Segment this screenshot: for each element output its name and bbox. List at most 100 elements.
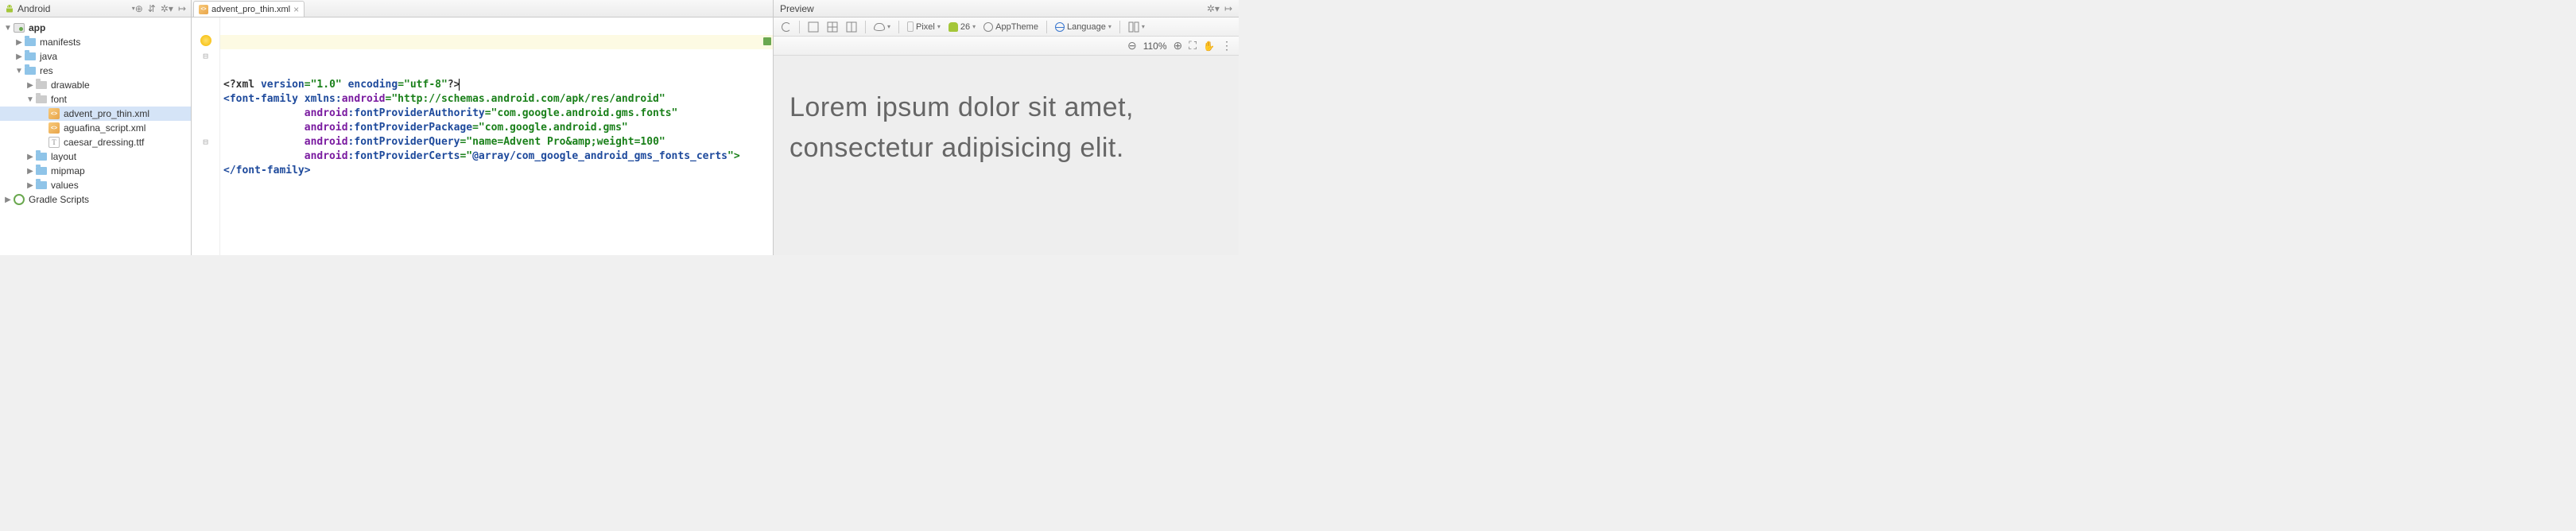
api-selector[interactable]: 26▾ [945,20,979,34]
collapse-icon[interactable]: ⇵ [148,3,156,14]
code-text: <?xml version="1.0" encoding="utf-8"?> <… [223,78,766,178]
project-header: Android ▾ ⊕ ⇵ ✲▾ ↦ [0,0,191,17]
hide-icon[interactable]: ↦ [178,3,186,14]
expander-icon[interactable]: ▼ [25,95,35,104]
tree-label: aguafina_script.xml [64,122,145,134]
project-tree: ▼ app ▶ manifests ▶ java ▼ res [0,17,191,210]
tree-label: drawable [51,79,90,91]
tree-label: res [40,65,53,76]
expander-icon[interactable]: ▼ [14,67,24,76]
fold-icon[interactable]: ⊟ [192,135,219,149]
editor-tab-advent[interactable]: <> advent_pro_thin.xml × [193,1,305,17]
zoom-fit-button[interactable]: ⛶ [1189,39,1197,52]
tree-item-aguafina-xml[interactable]: <> aguafina_script.xml [0,121,191,135]
expander-icon[interactable]: ▶ [14,52,24,61]
settings-icon[interactable]: ✲▾ [161,3,173,14]
expander-icon[interactable]: ▶ [25,181,35,190]
android-icon [949,22,958,32]
language-selector[interactable]: Language▾ [1052,20,1115,34]
close-icon[interactable]: × [293,4,299,15]
target-icon[interactable]: ⊕ [135,3,143,14]
preview-text-line: Lorem ipsum dolor sit amet, [789,87,1134,128]
preview-header: Preview ✲▾ ↦ [774,0,1239,17]
folder-icon [25,52,36,60]
hide-icon[interactable]: ↦ [1224,3,1232,14]
android-icon [5,4,14,14]
font-preview-canvas[interactable]: Lorem ipsum dolor sit amet, consectetur … [774,56,1239,255]
folder-icon [36,95,47,103]
status-marker [763,37,771,45]
tree-label: caesar_dressing.ttf [64,137,144,148]
tree-label: layout [51,151,76,162]
separator [865,21,866,33]
refresh-icon [782,22,791,32]
gear-icon[interactable]: ✲▾ [1207,3,1220,14]
zoom-out-button[interactable]: ⊖ [1127,39,1137,52]
tree-item-manifests[interactable]: ▶ manifests [0,35,191,49]
expander-icon[interactable]: ▶ [25,81,35,90]
ttf-file-icon: T [48,137,60,148]
xml-file-icon: <> [48,108,60,119]
text-cursor [459,79,460,91]
tree-item-app[interactable]: ▼ app [0,21,191,35]
module-icon [14,23,25,33]
expander-icon[interactable]: ▼ [3,24,13,33]
tree-item-advent-xml[interactable]: <> advent_pro_thin.xml [0,107,191,121]
bulb-icon[interactable] [200,35,211,46]
phone-icon [907,21,914,32]
tree-label: mipmap [51,165,85,176]
separator [799,21,800,33]
expander-icon[interactable]: ▶ [25,153,35,161]
tree-label: font [51,94,67,105]
code-editor[interactable]: ⊟ ⊟ <?xml version="1.0" encoding="utf-8"… [192,17,773,255]
theme-icon [983,22,993,32]
editor-gutter: ⊟ ⊟ [192,17,220,255]
preview-toolbar: ▾ Pixel▾ 26▾ AppTheme Language▾ ▾ [774,17,1239,37]
layout-mode-3[interactable] [843,20,860,34]
project-panel: Android ▾ ⊕ ⇵ ✲▾ ↦ ▼ app ▶ manifests [0,0,192,255]
expander-icon[interactable]: ▶ [25,167,35,176]
language-label: Language [1067,22,1106,32]
view-options[interactable]: ▾ [871,20,894,34]
tree-item-font[interactable]: ▼ font [0,92,191,107]
split-mode[interactable]: ▾ [1125,20,1148,34]
tree-item-java[interactable]: ▶ java [0,49,191,64]
preview-text-line: consectetur adipisicing elit. [789,128,1134,169]
tree-item-caesar-ttf[interactable]: T caesar_dressing.ttf [0,135,191,149]
xml-file-icon: <> [48,122,60,134]
fold-icon[interactable]: ⊟ [192,49,219,64]
preview-text: Lorem ipsum dolor sit amet, consectetur … [789,87,1134,169]
zoom-in-button[interactable]: ⊕ [1174,39,1183,52]
expander-icon[interactable]: ▶ [3,196,13,204]
tree-item-values[interactable]: ▶ values [0,178,191,192]
preview-panel: Preview ✲▾ ↦ ▾ Pixel▾ 26▾ AppTheme Langu… [774,0,1239,255]
folder-icon [36,81,47,89]
tree-item-gradle[interactable]: ▶ Gradle Scripts [0,192,191,207]
zoom-level: 110% [1143,41,1167,52]
theme-selector[interactable]: AppTheme [980,20,1042,34]
layout-mode-1[interactable] [805,20,822,34]
device-selector[interactable]: Pixel▾ [904,20,944,34]
tree-item-res[interactable]: ▼ res [0,64,191,78]
layout-mode-2[interactable] [824,20,841,34]
folder-icon [25,38,36,46]
refresh-button[interactable] [778,20,794,34]
tree-label: Gradle Scripts [29,194,89,205]
gradle-icon [14,194,25,205]
expander-icon[interactable]: ▶ [14,38,24,47]
tab-label: advent_pro_thin.xml [211,5,290,14]
tree-item-layout[interactable]: ▶ layout [0,149,191,164]
tree-label: manifests [40,37,80,48]
folder-icon [36,167,47,175]
current-line-highlight [220,35,773,49]
project-view-name[interactable]: Android [17,3,132,14]
pan-button[interactable]: ✋ [1203,41,1215,52]
tree-item-drawable[interactable]: ▶ drawable [0,78,191,92]
tree-item-mipmap[interactable]: ▶ mipmap [0,164,191,178]
folder-icon [36,153,47,161]
separator [1046,21,1047,33]
more-options[interactable]: ⋮ [1221,39,1232,52]
zoom-toolbar: ⊖ 110% ⊕ ⛶ ✋ ⋮ [774,37,1239,56]
editor-tabs: <> advent_pro_thin.xml × [192,0,773,17]
folder-icon [36,181,47,189]
